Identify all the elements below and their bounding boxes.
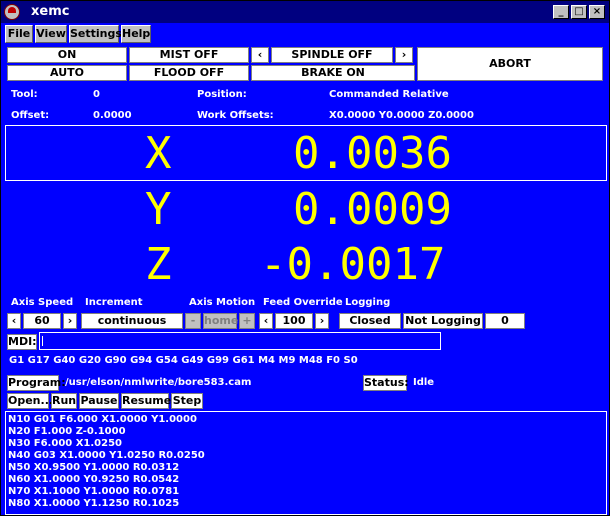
program-line: N30 F6.000 X1.0250	[8, 438, 123, 449]
axis-speed-label: Axis Speed	[11, 297, 74, 308]
mdi-input[interactable]	[39, 332, 441, 350]
step-button[interactable]: Step	[171, 393, 203, 409]
work-offsets-value: X0.0000 Y0.0000 Z0.0000	[329, 110, 474, 121]
program-line: N10 G01 F6.000 X1.0000 Y1.0000	[8, 414, 197, 425]
spindle-decrease-button[interactable]: ‹	[251, 47, 269, 63]
status-label: Status:	[363, 375, 409, 391]
program-line: N20 F1.000 Z-0.1000	[8, 426, 126, 437]
menu-view[interactable]: View	[35, 25, 67, 43]
menu-file[interactable]: File	[5, 25, 33, 43]
x-axis-value: 0.0036	[293, 128, 452, 179]
axis-motion-label: Axis Motion	[189, 297, 256, 308]
feed-override-decrease-button[interactable]: ‹	[259, 313, 273, 329]
spindle-increase-button[interactable]: ›	[395, 47, 413, 63]
pause-button[interactable]: Pause	[79, 393, 119, 409]
auto-button[interactable]: AUTO	[7, 65, 127, 81]
axis-speed-value[interactable]: 60	[23, 313, 61, 329]
position-label: Position:	[197, 89, 247, 100]
feed-override-value[interactable]: 100	[275, 313, 313, 329]
program-path: /usr/elson/nmlwrite/bore583.cam	[65, 377, 252, 388]
brake-button[interactable]: BRAKE ON	[251, 65, 415, 81]
close-button[interactable]: ×	[589, 5, 605, 19]
tool-value: 0	[93, 89, 100, 100]
open-button[interactable]: Open...	[7, 393, 53, 409]
x-axis-label[interactable]: X	[145, 132, 172, 176]
feed-override-label: Feed Override	[263, 297, 343, 308]
z-axis-value: -0.0017	[260, 239, 446, 290]
work-offsets-label: Work Offsets:	[197, 110, 274, 121]
feed-override-increase-button[interactable]: ›	[315, 313, 329, 329]
program-line: N50 X0.9500 Y1.0000 R0.0312	[8, 462, 180, 473]
axis-speed-decrease-button[interactable]: ‹	[7, 313, 21, 329]
program-line: N80 X1.0000 Y1.1250 R0.1025	[8, 498, 180, 509]
offset-value: 0.0000	[93, 110, 132, 121]
y-axis-label[interactable]: Y	[145, 188, 172, 232]
program-text-area[interactable]: N10 G01 F6.000 X1.0000 Y1.0000 N20 F1.00…	[5, 411, 607, 515]
mdi-label: MDI:	[7, 334, 37, 350]
title-bar: xemc _ □ ×	[1, 1, 609, 23]
app-icon[interactable]	[4, 4, 20, 20]
run-button[interactable]: Run	[51, 393, 77, 409]
logging-closed-button[interactable]: Closed	[339, 313, 401, 329]
position-mode[interactable]: Commanded Relative	[329, 89, 449, 100]
axis-motion-home-button[interactable]: home	[203, 313, 238, 329]
program-label-button[interactable]: Program:	[7, 375, 66, 391]
axis-motion-minus-button[interactable]: -	[185, 313, 201, 329]
xemc-window: xemc _ □ × File View Settings Help ON MI…	[0, 0, 610, 516]
maximize-button[interactable]: □	[571, 5, 587, 19]
on-button[interactable]: ON	[7, 47, 127, 63]
resume-button[interactable]: Resume	[121, 393, 171, 409]
abort-button[interactable]: ABORT	[417, 47, 603, 81]
logging-state-button[interactable]: Not Logging	[403, 313, 483, 329]
z-axis-label[interactable]: Z	[145, 243, 172, 287]
active-codes: G1 G17 G40 G20 G90 G94 G54 G49 G99 G61 M…	[9, 355, 358, 366]
minimize-button[interactable]: _	[553, 5, 569, 19]
axis-motion-plus-button[interactable]: +	[239, 313, 255, 329]
menu-bar: File View Settings Help	[1, 24, 609, 44]
window-title: xemc	[31, 4, 70, 19]
program-line: N40 G03 X1.0000 Y1.0250 R0.0250	[8, 450, 205, 461]
y-axis-value: 0.0009	[293, 184, 452, 235]
status-value: Idle	[413, 377, 435, 388]
flood-button[interactable]: FLOOD OFF	[129, 65, 249, 81]
mist-button[interactable]: MIST OFF	[129, 47, 249, 63]
menu-help[interactable]: Help	[121, 25, 151, 43]
program-line: N60 X1.0000 Y0.9250 R0.0542	[8, 474, 180, 485]
axis-speed-increase-button[interactable]: ›	[63, 313, 77, 329]
increment-label: Increment	[85, 297, 143, 308]
program-line: N70 X1.1000 Y1.0000 R0.0781	[8, 486, 180, 497]
tool-label: Tool:	[11, 89, 38, 100]
spindle-button[interactable]: SPINDLE OFF	[271, 47, 393, 63]
offset-label: Offset:	[11, 110, 50, 121]
logging-label: Logging	[345, 297, 391, 308]
increment-selector[interactable]: continuous	[81, 313, 183, 329]
menu-settings[interactable]: Settings	[69, 25, 122, 43]
logging-count: 0	[485, 313, 525, 329]
